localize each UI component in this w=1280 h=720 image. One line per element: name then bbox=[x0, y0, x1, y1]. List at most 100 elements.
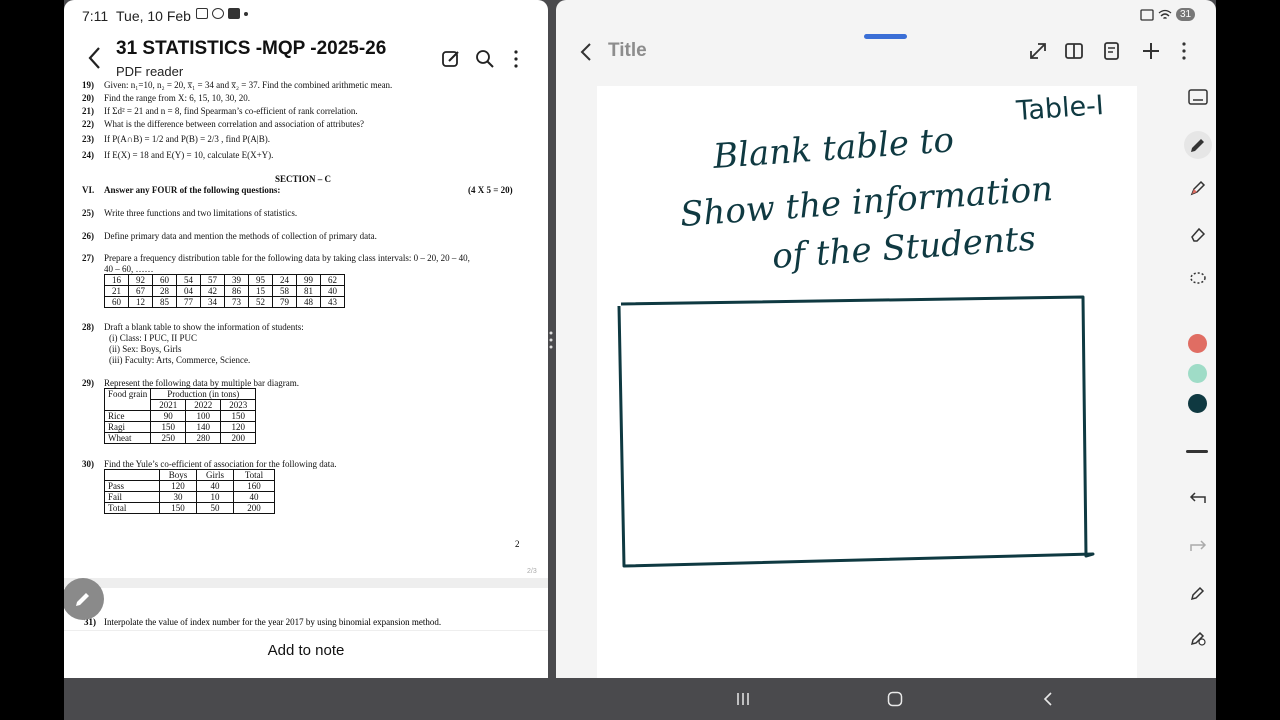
header-cell: Production (in tons) bbox=[150, 388, 257, 400]
more-notifications-dot bbox=[244, 11, 248, 16]
section-title: SECTION – C bbox=[275, 174, 332, 184]
table-cell: 04 bbox=[176, 285, 201, 297]
status-date: Tue, 10 Feb bbox=[116, 8, 191, 24]
hand-drawn-table-box bbox=[617, 295, 1095, 568]
header-cell: 2023 bbox=[220, 399, 257, 411]
question-19: 19) Given: n₁=10, n₂ = 20, x̅₁ = 34 and x… bbox=[82, 80, 393, 90]
eraser-tool[interactable] bbox=[1186, 222, 1210, 246]
table-cell: Fail bbox=[104, 491, 160, 503]
app-icon bbox=[212, 8, 224, 19]
header-cell: 2021 bbox=[150, 399, 187, 411]
annotate-pen-button[interactable] bbox=[64, 578, 104, 620]
back-arrow-icon[interactable] bbox=[576, 40, 596, 64]
table-cell: Rice bbox=[103, 410, 152, 422]
battery-indicator: 31 bbox=[1176, 8, 1196, 21]
home-button[interactable] bbox=[875, 686, 915, 712]
pen-color-swatch[interactable] bbox=[1188, 364, 1207, 383]
table-row: 21 67 28 04 42 86 15 58 81 40 bbox=[104, 285, 345, 297]
lasso-icon bbox=[1190, 272, 1206, 284]
table-cell: 24 bbox=[272, 274, 297, 286]
note-title[interactable]: Title bbox=[608, 40, 647, 62]
recent-apps-button[interactable] bbox=[723, 686, 763, 712]
pen-add-button[interactable] bbox=[1186, 626, 1210, 650]
table-cell: 250 bbox=[150, 432, 187, 444]
add-to-note-button[interactable]: Add to note bbox=[64, 630, 548, 678]
expand-icon[interactable] bbox=[1027, 40, 1049, 62]
add-page-icon[interactable] bbox=[1140, 40, 1162, 62]
pencil-icon bbox=[76, 593, 89, 606]
question-23: 23) If P(A∩B) = 1/2 and P(B) = 2/3 , find… bbox=[82, 134, 270, 144]
undo-button[interactable] bbox=[1186, 486, 1210, 510]
more-options-icon[interactable] bbox=[505, 48, 527, 70]
pen-toolbar bbox=[1180, 76, 1216, 678]
header-cell: Total bbox=[233, 469, 275, 481]
highlighter-tool[interactable] bbox=[1186, 176, 1210, 200]
search-icon[interactable] bbox=[474, 48, 496, 70]
youtube-icon bbox=[228, 8, 240, 19]
window-drag-handle[interactable] bbox=[864, 34, 907, 39]
table-cell: 54 bbox=[176, 274, 201, 286]
question-29: 29) Represent the following data by multi… bbox=[82, 378, 299, 388]
document-subtitle: PDF reader bbox=[116, 64, 184, 79]
question-28-item-1: (i) Class: I PUC, II PUC bbox=[109, 333, 198, 343]
table-cell: 140 bbox=[185, 421, 222, 433]
table-cell: 79 bbox=[272, 296, 297, 308]
cast-icon bbox=[1140, 8, 1154, 21]
nav-back-button[interactable] bbox=[1028, 686, 1068, 712]
document-title: 31 STATISTICS -MQP -2025-26 bbox=[116, 38, 387, 59]
table-cell: 42 bbox=[200, 285, 225, 297]
book-view-icon[interactable] bbox=[1063, 40, 1085, 62]
table-cell: 99 bbox=[296, 274, 321, 286]
edit-icon[interactable] bbox=[440, 48, 462, 70]
note-canvas[interactable]: Table-I Blank table to Show the informat… bbox=[597, 86, 1137, 678]
table-cell: 90 bbox=[150, 410, 187, 422]
table-cell: 43 bbox=[320, 296, 345, 308]
table-cell: 48 bbox=[296, 296, 321, 308]
table-cell: 40 bbox=[320, 285, 345, 297]
table-row: 60 12 85 77 34 73 52 79 48 43 bbox=[104, 296, 345, 308]
table-cell: 150 bbox=[159, 502, 197, 514]
pen-tool[interactable] bbox=[1184, 131, 1212, 159]
table-cell: 39 bbox=[224, 274, 249, 286]
table-cell: 86 bbox=[224, 285, 249, 297]
question-25: 25) Write three functions and two limitat… bbox=[82, 208, 298, 218]
stroke-width-indicator[interactable] bbox=[1186, 450, 1208, 453]
question-30: 30) Find the Yule’s co-efficient of assoc… bbox=[82, 459, 337, 469]
question-20: 20) Find the range from X: 6, 15, 10, 30,… bbox=[82, 93, 250, 103]
more-options-icon[interactable] bbox=[1173, 40, 1195, 62]
question-26: 26) Define primary data and mention the m… bbox=[82, 231, 377, 241]
status-bar: 7:11 Tue, 10 Feb bbox=[82, 8, 191, 24]
question-21: 21) If Σd² = 21 and n = 8, find Spearman’… bbox=[82, 106, 358, 116]
handwritten-line-3: of the Students bbox=[771, 219, 1037, 277]
redo-button[interactable] bbox=[1186, 534, 1210, 558]
keyboard-tool[interactable] bbox=[1186, 85, 1210, 109]
status-time: 7:11 bbox=[82, 8, 109, 24]
table-cell: 40 bbox=[196, 480, 234, 492]
table-cell: 160 bbox=[233, 480, 275, 492]
section-marks: (4 X 5 = 20) bbox=[468, 185, 513, 195]
table-cell: 21 bbox=[104, 285, 129, 297]
pen-settings-button[interactable] bbox=[1186, 581, 1210, 605]
table-cell: 58 bbox=[272, 285, 297, 297]
question-27-cont: 40 – 60, …… bbox=[104, 264, 154, 274]
keyboard-icon bbox=[1188, 89, 1208, 105]
back-arrow-icon[interactable] bbox=[84, 44, 108, 72]
header-cell: Food grain bbox=[103, 388, 152, 411]
table-cell: 85 bbox=[152, 296, 177, 308]
pen-icon bbox=[1191, 139, 1204, 152]
note-settings-icon[interactable] bbox=[1101, 40, 1123, 62]
redo-icon bbox=[1190, 540, 1207, 551]
table-cell: 50 bbox=[196, 502, 234, 514]
table-cell: 200 bbox=[233, 502, 275, 514]
question-28: 28) Draft a blank table to show the infor… bbox=[82, 322, 304, 332]
header-cell bbox=[104, 469, 160, 481]
lasso-tool[interactable] bbox=[1186, 267, 1210, 291]
table-cell: 67 bbox=[128, 285, 153, 297]
header-cell: Girls bbox=[196, 469, 234, 481]
table-cell: 95 bbox=[248, 274, 273, 286]
pen-color-swatch[interactable] bbox=[1188, 394, 1207, 413]
split-view-handle-icon[interactable] bbox=[548, 330, 554, 350]
section-instructions: VI. Answer any FOUR of the following ques… bbox=[82, 185, 281, 195]
question-28-item-3: (iii) Faculty: Arts, Commerce, Science. bbox=[109, 355, 251, 365]
pen-color-swatch[interactable] bbox=[1188, 334, 1207, 353]
